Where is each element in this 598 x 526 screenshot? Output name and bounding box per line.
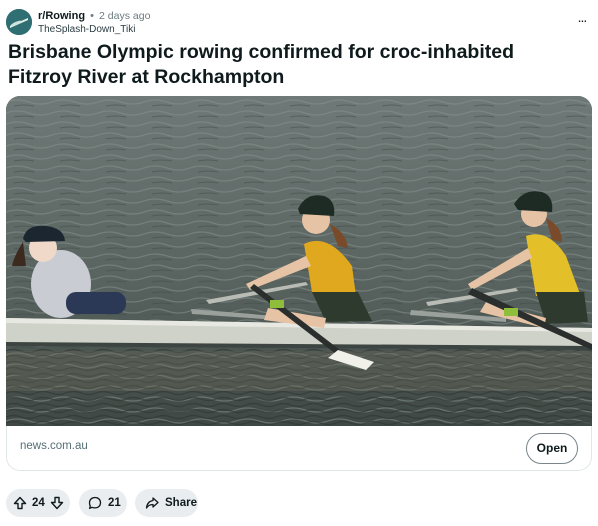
- arrow-down-icon[interactable]: [50, 496, 64, 510]
- more-options-button[interactable]: ...: [572, 9, 592, 31]
- open-link-button[interactable]: Open: [526, 433, 578, 464]
- vote-score: 24: [32, 497, 45, 509]
- arrow-up-icon[interactable]: [13, 496, 27, 510]
- link-domain[interactable]: news.com.au: [20, 440, 88, 452]
- speech-bubble-icon: [88, 496, 102, 510]
- post-age: 2 days ago: [99, 10, 151, 22]
- share-button[interactable]: Share: [135, 489, 198, 517]
- post-meta: r/Rowing • 2 days ago TheSplash-Down_Tik…: [38, 9, 150, 36]
- meta-separator: •: [90, 10, 94, 22]
- share-arrow-icon: [145, 496, 159, 510]
- post-image[interactable]: [6, 96, 592, 426]
- post-card: r/Rowing • 2 days ago TheSplash-Down_Tik…: [0, 0, 598, 526]
- post-title[interactable]: Brisbane Olympic rowing confirmed for cr…: [8, 40, 578, 90]
- link-preview[interactable]: news.com.au Open: [6, 426, 592, 471]
- subreddit-avatar[interactable]: [6, 9, 32, 35]
- comments-button[interactable]: 21: [79, 489, 127, 517]
- subreddit-link[interactable]: r/Rowing: [38, 10, 85, 22]
- post-header: r/Rowing • 2 days ago TheSplash-Down_Tik…: [6, 8, 592, 38]
- author-link[interactable]: TheSplash-Down_Tiki: [38, 23, 150, 36]
- comment-count: 21: [108, 497, 121, 509]
- vote-pill: 24: [6, 489, 70, 517]
- ellipsis-icon: ...: [577, 9, 588, 25]
- share-label: Share: [165, 497, 197, 509]
